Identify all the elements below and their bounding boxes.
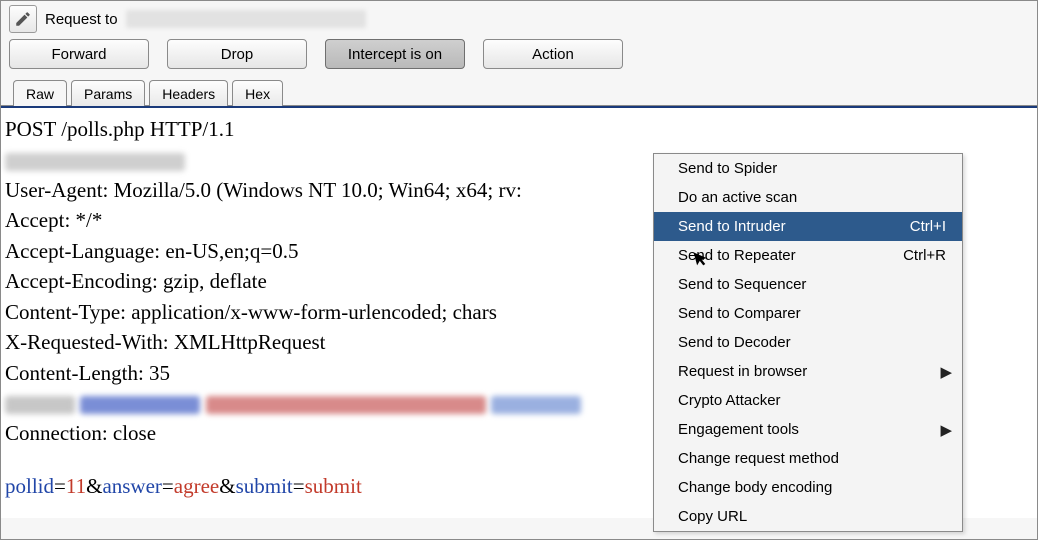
ctx-send-to-intruder[interactable]: Send to Intruder Ctrl+I [654,212,962,241]
ctx-do-an-active-scan[interactable]: Do an active scan [654,183,962,212]
ctx-item-label: Change request method [678,450,839,467]
edit-icon-button[interactable] [9,5,37,33]
body-key-submit: submit [236,474,293,498]
tab-params[interactable]: Params [71,80,145,106]
ctx-send-to-spider[interactable]: Send to Spider [654,154,962,183]
body-val-answer: agree [174,474,219,498]
forward-button[interactable]: Forward [9,39,149,69]
ctx-item-label: Send to Intruder [678,218,786,235]
tab-raw[interactable]: Raw [13,80,67,106]
ctx-copy-url[interactable]: Copy URL [654,502,962,531]
ctx-send-to-sequencer[interactable]: Send to Sequencer [654,270,962,299]
proxy-intercept-window: Request to Forward Drop Intercept is on … [0,0,1038,540]
ctx-change-body-encoding[interactable]: Change body encoding [654,473,962,502]
ctx-item-label: Send to Decoder [678,334,791,351]
request-line: POST /polls.php HTTP/1.1 [5,114,1033,144]
ctx-request-in-browser[interactable]: Request in browser ▶ [654,357,962,386]
ctx-send-to-decoder[interactable]: Send to Decoder [654,328,962,357]
ctx-engagement-tools[interactable]: Engagement tools ▶ [654,415,962,444]
intercept-toggle-button[interactable]: Intercept is on [325,39,465,69]
user-agent-left: User-Agent: Mozilla/5.0 (Windows NT 10.0… [5,178,522,202]
chevron-right-icon: ▶ [940,421,952,439]
ctx-item-label: Change body encoding [678,479,832,496]
ctx-item-label: Do an active scan [678,189,797,206]
body-key-answer: answer [102,474,161,498]
pencil-icon [14,10,32,28]
ctx-item-shortcut: Ctrl+R [903,247,946,264]
request-header-row: Request to [1,1,1037,35]
tab-hex[interactable]: Hex [232,80,283,106]
request-to-label: Request to [45,11,118,28]
context-menu: Send to Spider Do an active scan Send to I… [653,153,963,532]
ctx-send-to-repeater[interactable]: Send to Repeater Ctrl+R [654,241,962,270]
ctx-crypto-attacker[interactable]: Crypto Attacker [654,386,962,415]
ctx-item-label: Request in browser [678,363,807,380]
body-key-pollid: pollid [5,474,54,498]
ctx-change-request-method[interactable]: Change request method [654,444,962,473]
ctx-item-label: Engagement tools [678,421,799,438]
target-host-redacted [126,10,366,28]
ctx-item-shortcut: Ctrl+I [910,218,946,235]
action-button[interactable]: Action [483,39,623,69]
view-tabs: Raw Params Headers Hex [1,79,1037,105]
ctx-item-label: Copy URL [678,508,747,525]
tab-headers[interactable]: Headers [149,80,228,106]
ctx-item-label: Send to Comparer [678,305,801,322]
action-button-bar: Forward Drop Intercept is on Action [1,35,1037,79]
ctx-send-to-comparer[interactable]: Send to Comparer [654,299,962,328]
ctx-item-label: Send to Spider [678,160,777,177]
chevron-right-icon: ▶ [940,363,952,381]
ctx-item-label: Send to Repeater [678,247,796,264]
body-val-submit: submit [305,474,362,498]
ctx-item-label: Send to Sequencer [678,276,806,293]
body-val-pollid: 11 [66,474,86,498]
drop-button[interactable]: Drop [167,39,307,69]
ctx-item-label: Crypto Attacker [678,392,781,409]
